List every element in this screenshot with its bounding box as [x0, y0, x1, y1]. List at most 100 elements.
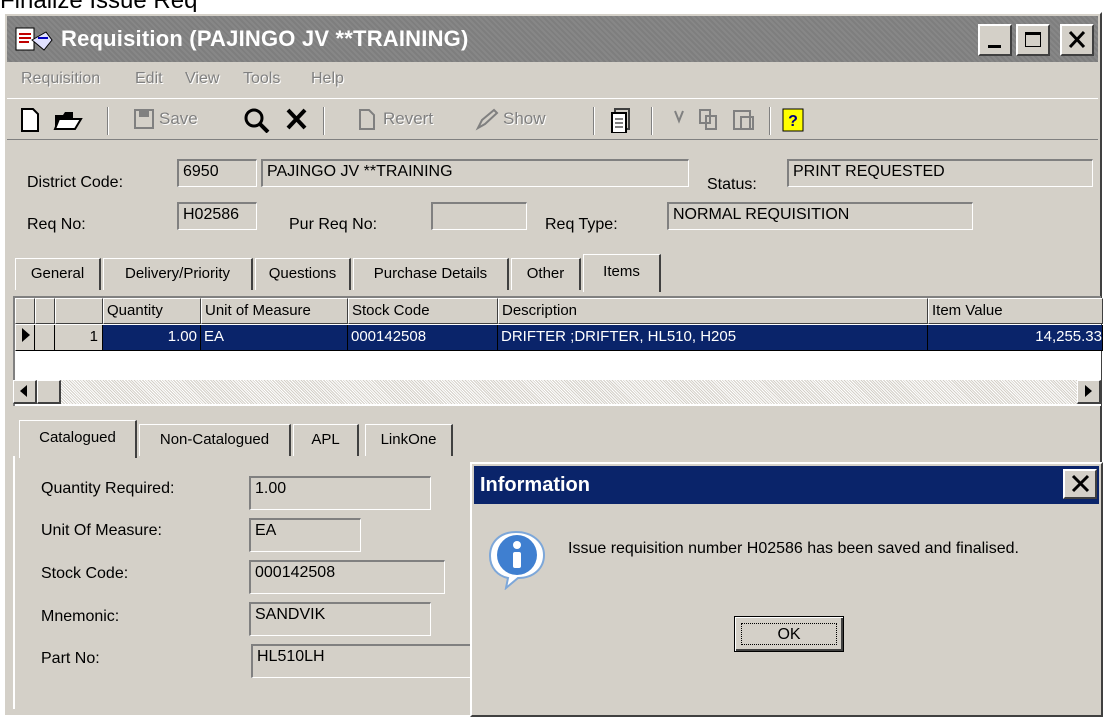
- col-description-header[interactable]: Description: [498, 298, 928, 324]
- tab-delivery-priority[interactable]: Delivery/Priority: [103, 258, 253, 290]
- revert-document-icon[interactable]: [357, 107, 377, 133]
- toolbar-separator: [593, 107, 595, 135]
- row-marker-cell: [35, 325, 55, 351]
- show-label: Show: [503, 109, 546, 128]
- pur-req-no-field[interactable]: [431, 202, 527, 230]
- maximize-button[interactable]: [1016, 24, 1050, 56]
- cut-icon[interactable]: [671, 107, 687, 133]
- subtab-linkone[interactable]: LinkOne: [365, 424, 453, 456]
- toolbar: Save Revert Show ?: [7, 98, 1098, 140]
- arrow-right-icon: [1085, 385, 1092, 397]
- menu-requisition[interactable]: Requisition: [21, 70, 100, 88]
- information-icon: [488, 530, 546, 590]
- mnemonic-label: Mnemonic:: [41, 608, 120, 625]
- menu-bar: Requisition Edit View Tools Help: [7, 64, 1098, 96]
- uom-cell[interactable]: EA: [201, 325, 348, 351]
- minimize-icon: [988, 45, 1001, 48]
- minimize-button[interactable]: [978, 24, 1012, 56]
- arrow-left-icon: [20, 385, 27, 397]
- grid-header-row: Quantity Unit of Measure Stock Code Desc…: [15, 298, 1103, 324]
- req-type-label: Req Type:: [545, 216, 618, 233]
- quantity-required-label: Quantity Required:: [41, 480, 175, 497]
- status-label: Status:: [707, 176, 757, 193]
- row-number-cell: 1: [55, 325, 103, 351]
- req-no-field[interactable]: H02586: [177, 202, 257, 230]
- tab-other[interactable]: Other: [511, 258, 581, 290]
- show-button[interactable]: Show: [503, 109, 546, 129]
- revert-button[interactable]: Revert: [383, 109, 433, 129]
- subtab-apl[interactable]: APL: [293, 424, 359, 456]
- tab-general[interactable]: General: [15, 258, 101, 290]
- current-row-arrow-icon: [22, 328, 30, 342]
- grid-corner-cell: [35, 298, 55, 324]
- mnemonic-field[interactable]: SANDVIK: [249, 602, 431, 636]
- paste-icon[interactable]: [731, 107, 757, 133]
- quantity-cell[interactable]: 1.00: [103, 325, 201, 351]
- status-field[interactable]: PRINT REQUESTED: [787, 159, 1093, 187]
- quantity-required-field[interactable]: 1.00: [249, 476, 431, 510]
- item-value-cell[interactable]: 14,255.33: [928, 325, 1103, 351]
- window-title: Requisition (PAJINGO JV **TRAINING): [61, 26, 469, 51]
- col-unit-of-measure-header[interactable]: Unit of Measure: [201, 298, 348, 324]
- req-type-field[interactable]: NORMAL REQUISITION: [667, 202, 973, 230]
- open-folder-icon[interactable]: [53, 107, 83, 133]
- ok-button[interactable]: OK: [734, 616, 844, 652]
- page-caption: Finalize Issue Req: [0, 0, 198, 14]
- grid-horizontal-scrollbar[interactable]: [13, 380, 1101, 404]
- new-document-icon[interactable]: [19, 107, 41, 133]
- col-item-value-header[interactable]: Item Value: [928, 298, 1103, 324]
- documents-icon[interactable]: [609, 107, 633, 133]
- part-no-label: Part No:: [41, 650, 100, 667]
- col-quantity-header[interactable]: Quantity: [103, 298, 201, 324]
- scroll-left-button[interactable]: [13, 380, 37, 404]
- toolbar-separator: [323, 107, 325, 135]
- toolbar-separator: [769, 107, 771, 135]
- district-code-field[interactable]: 6950: [177, 159, 257, 187]
- window-titlebar[interactable]: Requisition (PAJINGO JV **TRAINING): [7, 16, 1098, 62]
- unit-of-measure-label: Unit Of Measure:: [41, 522, 162, 539]
- menu-help[interactable]: Help: [311, 70, 344, 88]
- tab-purchase-details[interactable]: Purchase Details: [353, 258, 509, 290]
- district-name-field[interactable]: PAJINGO JV **TRAINING: [261, 159, 689, 187]
- menu-tools[interactable]: Tools: [243, 70, 280, 88]
- save-button[interactable]: Save: [159, 109, 198, 129]
- close-window-button[interactable]: [1060, 24, 1094, 56]
- tab-questions[interactable]: Questions: [255, 258, 351, 290]
- search-icon[interactable]: [243, 107, 271, 133]
- close-icon: [1068, 30, 1086, 49]
- delete-icon[interactable]: [285, 107, 309, 133]
- save-icon[interactable]: [133, 107, 155, 133]
- dialog-message: Issue requisition number H02586 has been…: [568, 540, 1019, 557]
- unit-of-measure-field[interactable]: EA: [249, 518, 361, 552]
- tab-items[interactable]: Items: [583, 254, 661, 292]
- menu-view[interactable]: View: [185, 70, 219, 88]
- scroll-thumb[interactable]: [37, 380, 61, 404]
- close-icon: [1071, 474, 1090, 493]
- requisition-app-icon: [15, 27, 53, 51]
- dialog-close-button[interactable]: [1063, 469, 1097, 499]
- show-pen-icon[interactable]: [475, 107, 499, 133]
- grid-rowno-header: [55, 298, 103, 324]
- scroll-right-button[interactable]: [1077, 380, 1101, 404]
- grid-corner-cell: [15, 298, 35, 324]
- description-cell[interactable]: DRIFTER ;DRIFTER, HL510, H205: [498, 325, 928, 351]
- dialog-title: Information: [480, 474, 590, 496]
- menu-edit[interactable]: Edit: [135, 70, 163, 88]
- toolbar-separator: [107, 107, 109, 135]
- col-stock-code-header[interactable]: Stock Code: [348, 298, 498, 324]
- revert-label: Revert: [383, 109, 434, 128]
- part-no-field[interactable]: HL510LH: [251, 644, 475, 678]
- information-dialog: Information Issue requisition number H02…: [470, 462, 1103, 717]
- stock-code-field[interactable]: 000142508: [249, 560, 445, 594]
- req-no-label: Req No:: [27, 216, 86, 233]
- row-selector[interactable]: [15, 325, 35, 351]
- ok-label: OK: [741, 623, 837, 645]
- subtab-catalogued[interactable]: Catalogued: [19, 420, 137, 458]
- table-row[interactable]: 1 1.00 EA 000142508 DRIFTER ;DRIFTER, HL…: [15, 325, 1103, 351]
- pur-req-no-label: Pur Req No:: [289, 216, 378, 233]
- stock-code-cell[interactable]: 000142508: [348, 325, 498, 351]
- subtab-non-catalogued[interactable]: Non-Catalogued: [139, 424, 291, 456]
- help-icon[interactable]: ?: [781, 107, 805, 133]
- dialog-titlebar[interactable]: Information: [474, 466, 1099, 504]
- copy-icon[interactable]: [697, 107, 721, 133]
